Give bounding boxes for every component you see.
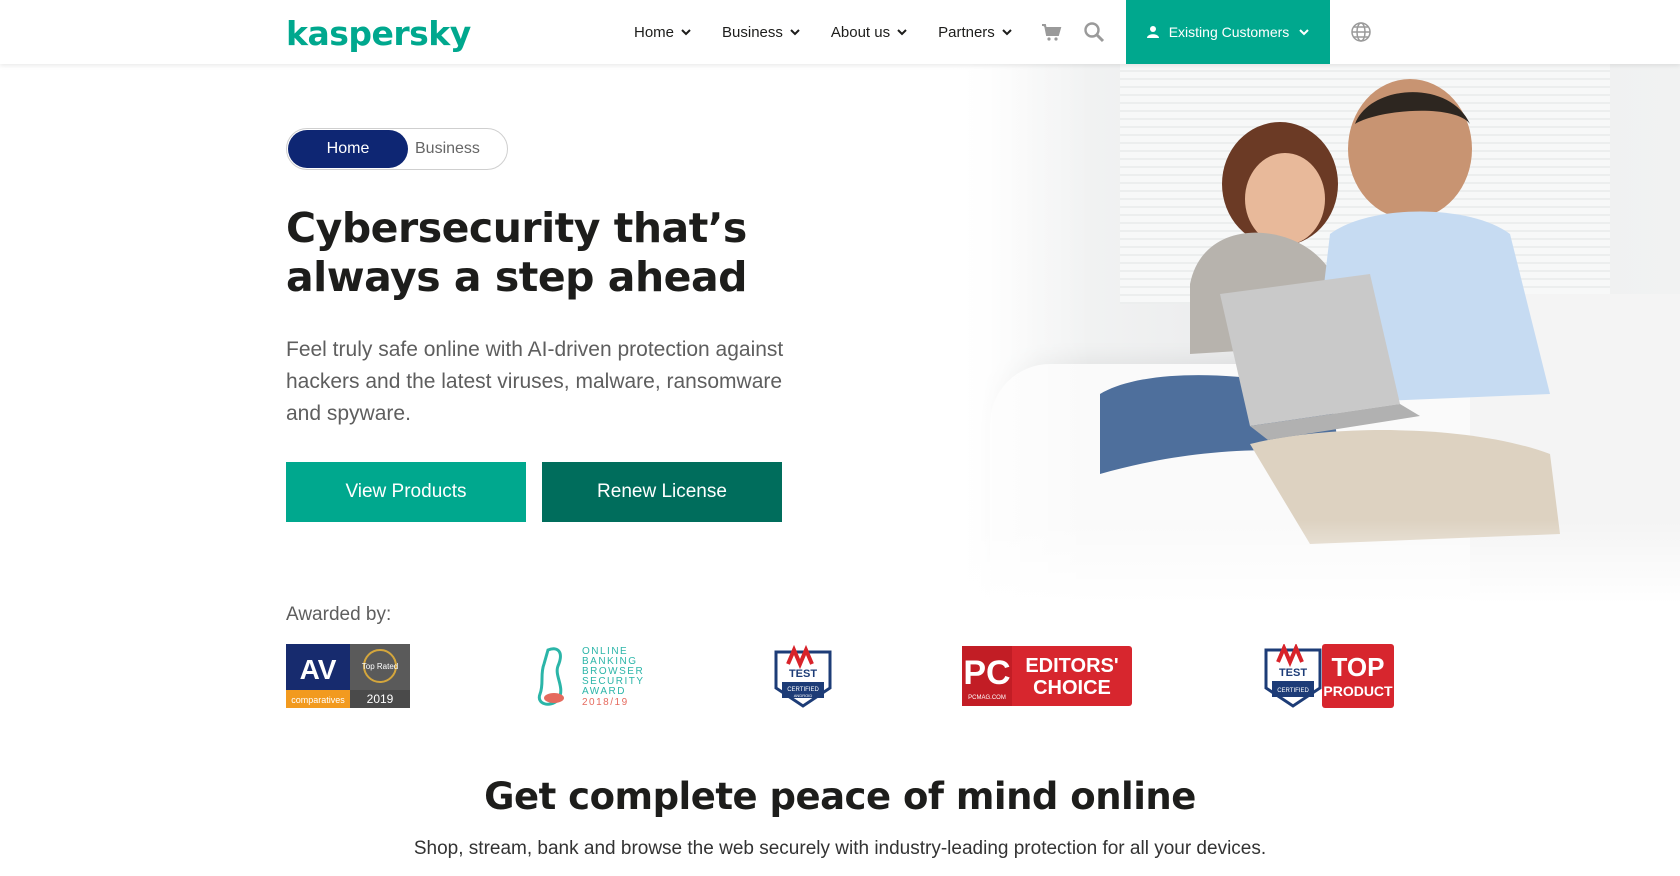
test-text: TEST bbox=[1279, 667, 1307, 679]
pcmag-text: PCMAG.COM bbox=[968, 695, 1006, 701]
main-nav: Home Business About us Partners bbox=[634, 0, 1013, 64]
nav-item-label: Business bbox=[722, 23, 783, 41]
existing-customers-label: Existing Customers bbox=[1168, 24, 1290, 40]
hero-fade-bottom bbox=[950, 520, 1680, 604]
renew-license-button[interactable]: Renew License bbox=[542, 462, 782, 522]
section-subtitle: Shop, stream, bank and browse the web se… bbox=[413, 838, 1267, 859]
hero-subtitle: Feel truly safe online with AI-driven pr… bbox=[286, 338, 784, 425]
hero-headline: Cybersecurity that’s always a step ahead bbox=[286, 204, 747, 301]
existing-customers-button[interactable]: Existing Customers bbox=[1126, 0, 1330, 64]
chevron-down-icon bbox=[1002, 29, 1012, 36]
certified-text: CERTIFIED bbox=[1277, 688, 1309, 694]
globe-icon[interactable] bbox=[1350, 21, 1372, 43]
award-line: AWARD bbox=[582, 686, 626, 697]
search-icon[interactable] bbox=[1082, 20, 1106, 44]
av-text: AV bbox=[300, 654, 337, 685]
test-text: TEST bbox=[789, 668, 817, 680]
section-title: Get complete peace of mind online bbox=[484, 775, 1196, 818]
editors-text: EDITORS' bbox=[1025, 655, 1118, 677]
nav-item-label: About us bbox=[830, 23, 891, 41]
year-text: 2019 bbox=[367, 692, 394, 706]
platform-text: ANDROID bbox=[794, 693, 813, 698]
chevron-down-icon bbox=[897, 29, 907, 36]
comparatives-text: comparatives bbox=[291, 695, 345, 705]
award-year: 2018/19 bbox=[582, 697, 629, 708]
toggle-home[interactable]: Home bbox=[288, 130, 408, 168]
online-banking-award: ONLINE BANKING BROWSER SECURITY AWARD 20… bbox=[537, 646, 643, 708]
kaspersky-logo[interactable]: kaspersky bbox=[286, 14, 471, 53]
audience-toggle: Home Business bbox=[286, 128, 508, 170]
av-test-certified-award: TEST CERTIFIED ANDROID bbox=[774, 644, 832, 708]
toggle-business[interactable]: Business bbox=[415, 130, 499, 168]
nav-item-label: Home bbox=[634, 23, 675, 41]
user-icon bbox=[1146, 26, 1159, 38]
nav-item-home[interactable]: Home bbox=[634, 24, 692, 41]
nav-item-about-us[interactable]: About us bbox=[831, 24, 908, 41]
av-comparatives-award: AV comparatives Top Rated 2019 bbox=[286, 644, 410, 708]
nav-item-label: Partners bbox=[938, 23, 995, 41]
product-text: PRODUCT bbox=[1323, 683, 1393, 699]
site-header: kaspersky Home Business About us Partner… bbox=[0, 0, 1680, 64]
awarded-by-label: Awarded by: bbox=[286, 604, 392, 625]
pc-text: PC bbox=[963, 654, 1010, 692]
choice-text: CHOICE bbox=[1033, 677, 1111, 699]
top-text: TOP bbox=[1332, 652, 1385, 682]
view-products-button[interactable]: View Products bbox=[286, 462, 526, 522]
av-test-top-product-award: TEST CERTIFIED TOP PRODUCT bbox=[1264, 644, 1394, 708]
nav-item-business[interactable]: Business bbox=[722, 24, 801, 41]
pc-editors-choice-award: PC PCMAG.COM EDITORS' CHOICE bbox=[962, 646, 1132, 706]
chevron-down-icon bbox=[790, 29, 800, 36]
chevron-down-icon bbox=[681, 29, 691, 36]
cart-icon[interactable] bbox=[1040, 20, 1064, 44]
top-rated-text: Top Rated bbox=[362, 662, 398, 671]
nav-item-partners[interactable]: Partners bbox=[938, 24, 1013, 41]
chevron-down-icon bbox=[1299, 29, 1310, 36]
